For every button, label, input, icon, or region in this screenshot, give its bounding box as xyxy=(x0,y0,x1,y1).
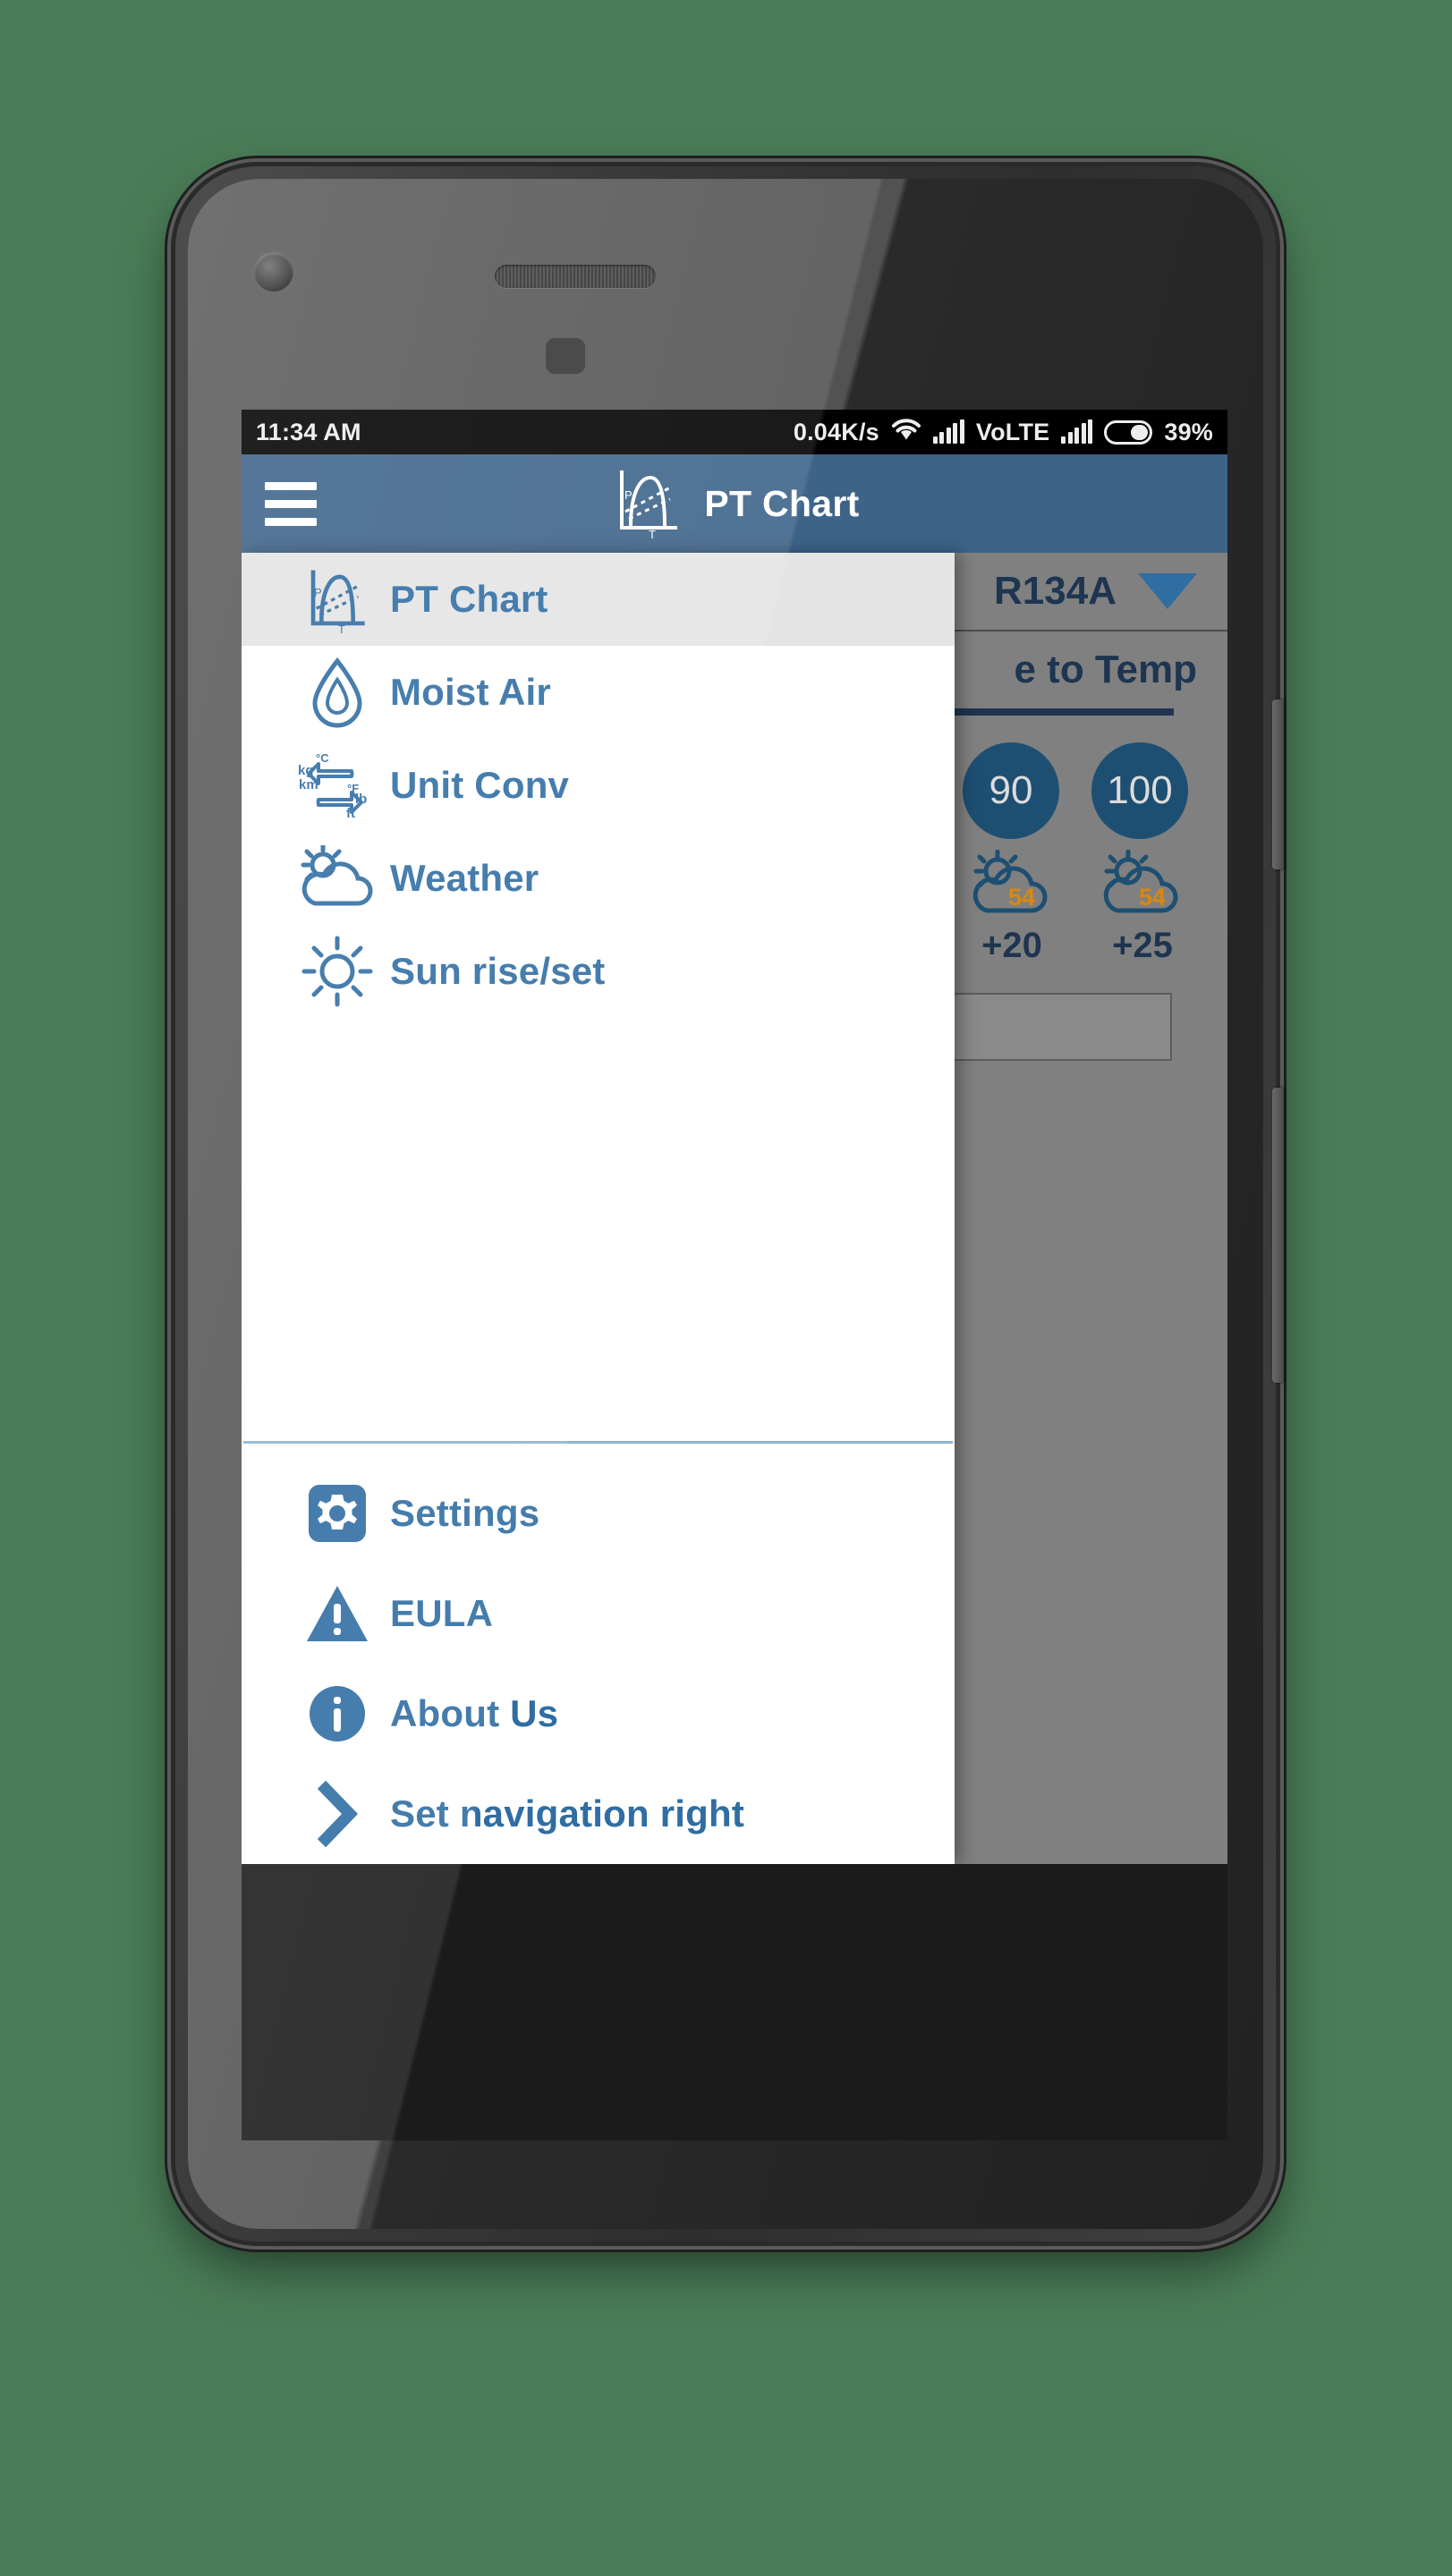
volte-label: VoLTE xyxy=(975,418,1050,445)
network-speed-label: 0.04K/s xyxy=(793,418,879,445)
forecast-badge: 54 xyxy=(1139,884,1166,911)
pt-chart-icon: P T xyxy=(284,564,390,635)
sun-cloud-icon: 54 xyxy=(972,849,1048,913)
drawer-item-label: About Us xyxy=(390,1692,559,1734)
svg-text:T: T xyxy=(338,623,345,635)
app-bar-title: PT Chart xyxy=(704,482,860,524)
signal-bars-icon-1 xyxy=(932,419,964,444)
hamburger-menu-icon[interactable] xyxy=(242,454,340,553)
drawer-item-pt-chart[interactable]: P T PT Chart xyxy=(242,553,955,646)
refrigerant-name-label: R134A xyxy=(994,569,1117,613)
drawer-item-unit-conv[interactable]: °C kg km °F lb ft Unit Conv xyxy=(242,739,955,832)
drawer-item-label: Set navigation right xyxy=(390,1792,745,1835)
app-bar: P T PT Chart xyxy=(242,454,1227,553)
dropdown-triangle-icon[interactable] xyxy=(1138,573,1197,609)
drawer-item-label: Sun rise/set xyxy=(390,950,606,992)
svg-text:P: P xyxy=(624,488,633,502)
drawer-item-label: Unit Conv xyxy=(390,764,570,806)
chevron-right-icon xyxy=(284,1780,390,1848)
status-bar: 11:34 AM 0.04K/s VoLTE 39% xyxy=(242,410,1227,454)
earpiece-speaker xyxy=(495,265,656,288)
water-drop-icon xyxy=(284,657,390,728)
drawer-item-about-us[interactable]: About Us xyxy=(242,1664,955,1764)
drawer-item-label: Moist Air xyxy=(390,671,551,713)
svg-text:T: T xyxy=(649,528,656,540)
mode-label: e to Temp xyxy=(1014,648,1197,691)
drawer-item-label: EULA xyxy=(390,1592,494,1634)
forecast-temp-label: +25 xyxy=(1112,926,1173,965)
info-circle-icon xyxy=(284,1682,390,1745)
front-camera-icon xyxy=(254,252,293,292)
screen-body: R134A e to Temp 90 100 54 +20 54 +25 P T… xyxy=(242,553,1227,2140)
drawer-item-label: PT Chart xyxy=(390,578,548,620)
power-button[interactable] xyxy=(1272,1088,1284,1383)
phone-screen: 11:34 AM 0.04K/s VoLTE 39% P T PT Chart … xyxy=(242,410,1227,2140)
phone-glass-panel: 11:34 AM 0.04K/s VoLTE 39% P T PT Chart … xyxy=(188,179,1263,2229)
drawer-item-label: Settings xyxy=(390,1492,540,1534)
pressure-circle[interactable]: 100 xyxy=(1091,742,1188,839)
drawer-item-sun-rise-set[interactable]: Sun rise/set xyxy=(242,925,955,1018)
navigation-drawer: P T PT Chart Moist Air °C kg km °F lb ft… xyxy=(242,553,955,1864)
volume-button[interactable] xyxy=(1272,699,1284,869)
battery-icon xyxy=(1104,419,1153,445)
drawer-item-eula[interactable]: EULA xyxy=(242,1563,955,1664)
forecast-cell: 54 +20 xyxy=(963,849,1061,966)
proximity-sensor-icon xyxy=(546,338,585,374)
status-bar-indicators: 0.04K/s VoLTE 39% xyxy=(794,418,1213,447)
sun-icon xyxy=(284,934,390,1009)
status-bar-time: 11:34 AM xyxy=(256,418,361,445)
system-navigation-bar xyxy=(242,1864,1227,2043)
app-bar-center-group: P T PT Chart xyxy=(242,454,1227,553)
pressure-circle[interactable]: 90 xyxy=(963,742,1059,839)
drawer-item-label: Weather xyxy=(390,857,539,899)
wifi-icon xyxy=(891,418,921,447)
sun-cloud-icon xyxy=(284,845,390,911)
sun-cloud-icon: 54 xyxy=(1103,849,1178,913)
drawer-item-set-navigation-right[interactable]: Set navigation right xyxy=(242,1764,955,1864)
drawer-secondary-group: Settings EULA About Us Set navigation ri… xyxy=(242,1444,955,1864)
signal-bars-icon-2 xyxy=(1061,419,1093,444)
drawer-item-moist-air[interactable]: Moist Air xyxy=(242,646,955,739)
unit-convert-icon: °C kg km °F lb ft xyxy=(284,748,390,823)
gear-icon xyxy=(284,1482,390,1545)
battery-percent-label: 39% xyxy=(1164,418,1213,445)
forecast-temp-label: +20 xyxy=(981,926,1042,965)
phone-device-frame: 11:34 AM 0.04K/s VoLTE 39% P T PT Chart … xyxy=(175,166,1284,2241)
drawer-spacer xyxy=(242,1018,955,1441)
drawer-item-weather[interactable]: Weather xyxy=(242,832,955,925)
svg-text:P: P xyxy=(314,586,322,599)
drawer-item-settings[interactable]: Settings xyxy=(242,1463,955,1563)
pt-chart-logo-icon: P T xyxy=(609,463,686,545)
forecast-badge: 54 xyxy=(1008,884,1035,911)
forecast-cell: 54 +25 xyxy=(1093,849,1192,966)
warning-triangle-icon xyxy=(284,1582,390,1645)
